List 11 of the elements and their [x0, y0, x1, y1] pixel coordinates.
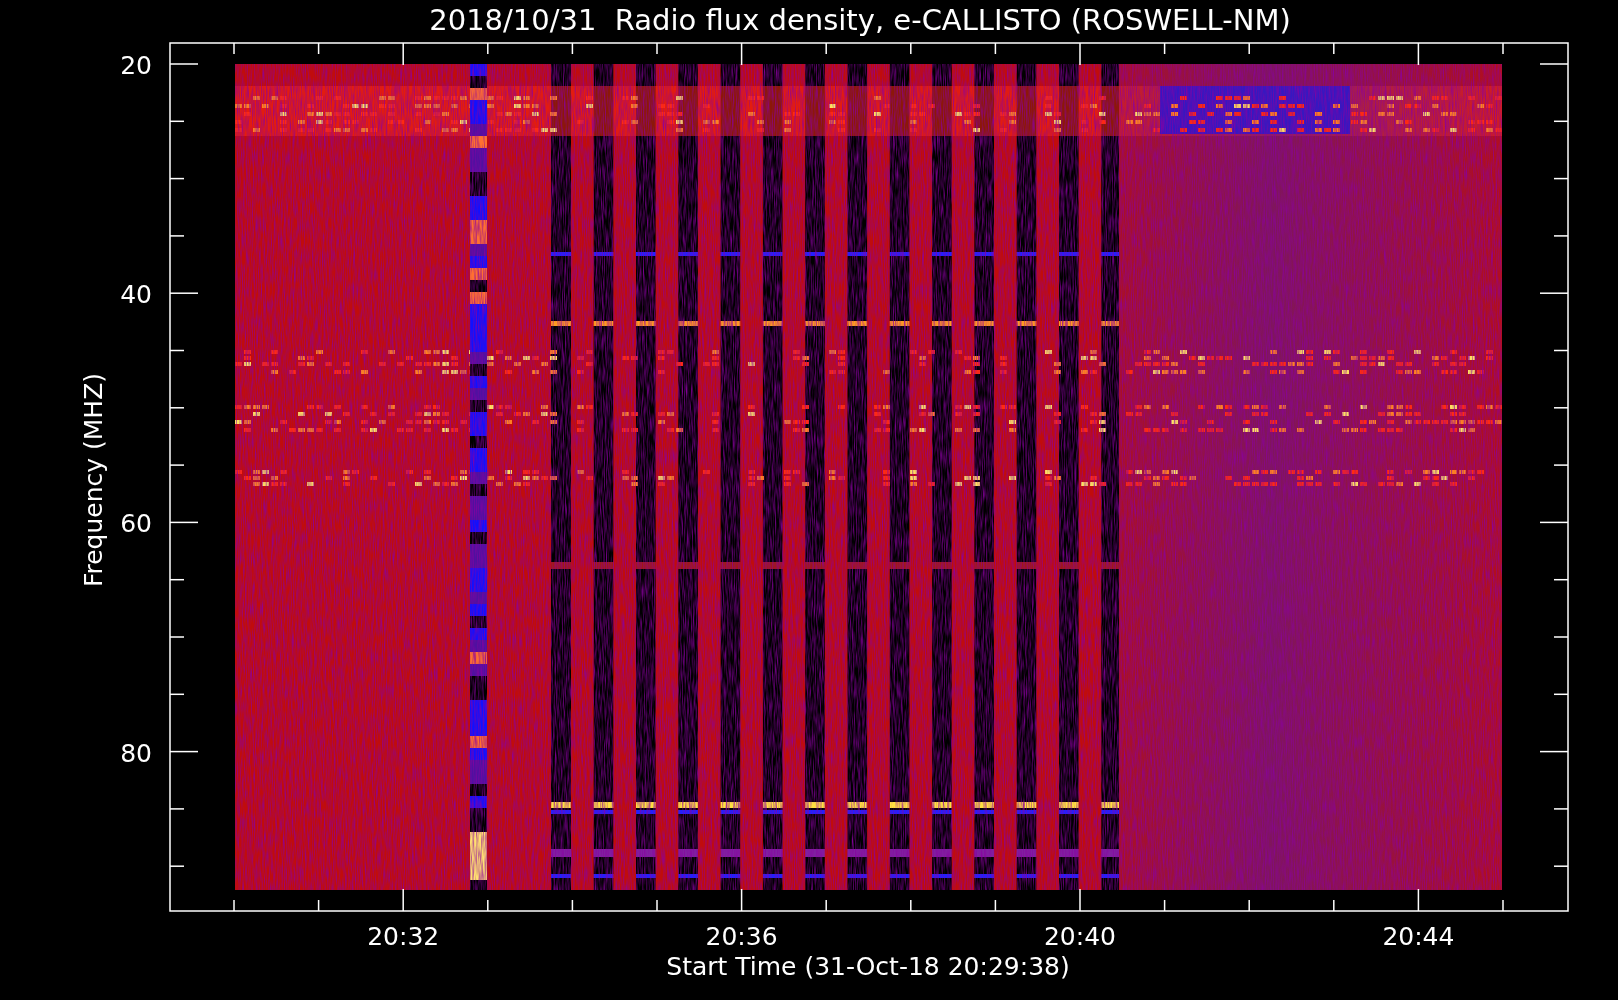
- y-axis-label: Frequency (MHZ): [79, 372, 108, 588]
- x-tick-label: 20:44: [1382, 922, 1455, 951]
- x-axis-label: Start Time (31-Oct-18 20:29:38): [666, 952, 1070, 981]
- y-tick-label: 40: [120, 280, 152, 310]
- x-tick-label: 20:40: [1044, 922, 1116, 951]
- x-tick-label: 20:36: [705, 922, 778, 951]
- y-tick-label: 80: [120, 738, 152, 768]
- y-tick-label: 60: [120, 509, 152, 539]
- chart-title: 2018/10/31 Radio flux density, e-CALLISTO (ROSWELL-NM): [429, 3, 1291, 37]
- y-tick-label: 20: [120, 51, 152, 80]
- x-tick-label: 20:32: [367, 922, 440, 951]
